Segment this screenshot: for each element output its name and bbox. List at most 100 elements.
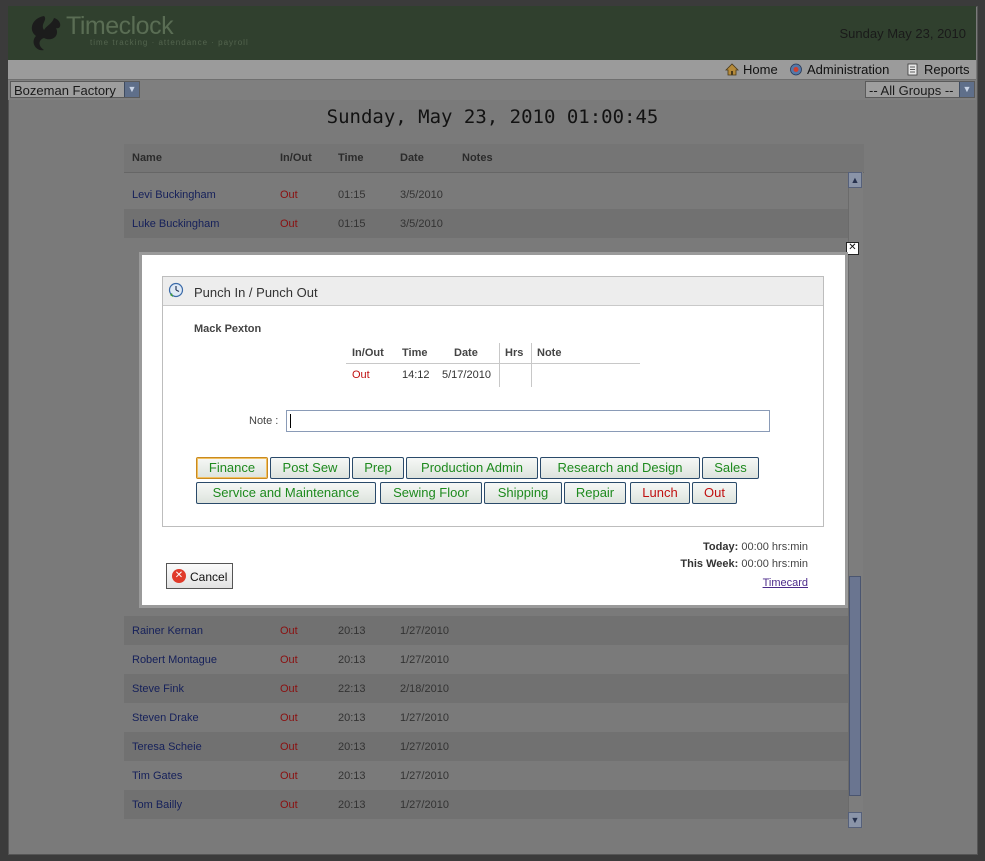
cell-io: Out (280, 770, 298, 782)
cell-name[interactable]: Tom Bailly (132, 799, 182, 811)
col-notes[interactable]: Notes (462, 152, 493, 164)
cell-name[interactable]: Rainer Kernan (132, 625, 203, 637)
hist-col-time: Time (402, 347, 428, 359)
punch-button-repair[interactable]: Repair (564, 482, 626, 504)
chevron-down-icon[interactable]: ▼ (959, 82, 974, 97)
table-row[interactable]: Levi Buckingham Out 01:15 3/5/2010 (124, 180, 848, 209)
punch-button-shipping[interactable]: Shipping (484, 482, 562, 504)
table-row[interactable]: Tom Bailly Out 20:13 1/27/2010 (124, 790, 848, 819)
group-select-value: -- All Groups -- (869, 83, 954, 98)
col-inout[interactable]: In/Out (280, 152, 312, 164)
cell-date: 1/27/2010 (400, 741, 449, 753)
logo-text: Timeclock (66, 12, 174, 40)
cell-time: 01:15 (338, 189, 366, 201)
cell-time: 20:13 (338, 770, 366, 782)
table-row[interactable]: Steven Drake Out 20:13 1/27/2010 (124, 703, 848, 732)
cell-date: 1/27/2010 (400, 625, 449, 637)
cell-io: Out (280, 741, 298, 753)
employee-name: Mack Pexton (194, 323, 262, 335)
divider (499, 343, 500, 387)
punch-button-service-and-maintenance[interactable]: Service and Maintenance (196, 482, 376, 504)
location-select-value: Bozeman Factory (14, 83, 116, 98)
hist-inout: Out (352, 369, 370, 381)
cell-name[interactable]: Luke Buckingham (132, 218, 219, 230)
cancel-label: Cancel (190, 570, 228, 584)
table-row[interactable]: Rainer Kernan Out 20:13 1/27/2010 (124, 616, 848, 645)
nav-administration[interactable]: Administration (789, 62, 889, 77)
nav-reports-label: Reports (924, 62, 970, 77)
nav-home[interactable]: Home (725, 62, 778, 77)
chevron-down-icon[interactable]: ▼ (124, 82, 139, 97)
group-select[interactable]: -- All Groups -- ▼ (865, 81, 975, 98)
scrollbar-thumb[interactable] (849, 576, 861, 796)
table-row[interactable]: Tim Gates Out 20:13 1/27/2010 (124, 761, 848, 790)
table-header: Name In/Out Time Date Notes (124, 144, 864, 173)
cell-name[interactable]: Tim Gates (132, 770, 182, 782)
punch-button-sales[interactable]: Sales (702, 457, 759, 479)
cell-name[interactable]: Steve Fink (132, 683, 184, 695)
table-row[interactable]: Robert Montague Out 20:13 1/27/2010 (124, 645, 848, 674)
punch-dialog: Punch In / Punch Out Mack Pexton In/Out … (139, 252, 848, 608)
punch-button-finance[interactable]: Finance (196, 457, 268, 479)
nav-reports[interactable]: Reports (906, 62, 970, 77)
cell-name[interactable]: Steven Drake (132, 712, 199, 724)
punch-button-production-admin[interactable]: Production Admin (406, 457, 538, 479)
table-row[interactable]: Teresa Scheie Out 20:13 1/27/2010 (124, 732, 848, 761)
col-name[interactable]: Name (132, 152, 162, 164)
cell-io: Out (280, 625, 298, 637)
reports-icon (907, 63, 918, 76)
punch-button-prep[interactable]: Prep (352, 457, 404, 479)
scroll-down-icon[interactable]: ▼ (848, 812, 862, 828)
table-row[interactable]: Luke Buckingham Out 01:15 3/5/2010 (124, 209, 848, 238)
location-select[interactable]: Bozeman Factory ▼ (10, 81, 140, 98)
hist-col-inout: In/Out (352, 347, 384, 359)
cell-date: 3/5/2010 (400, 189, 443, 201)
cell-io: Out (280, 712, 298, 724)
col-date[interactable]: Date (400, 152, 424, 164)
cell-date: 1/27/2010 (400, 712, 449, 724)
page-title: Sunday, May 23, 2010 01:00:45 (326, 106, 659, 128)
divider (346, 363, 640, 364)
app-header: Timeclock time tracking · attendance · p… (8, 6, 976, 61)
punch-button-research-and-design[interactable]: Research and Design (540, 457, 700, 479)
cell-time: 20:13 (338, 741, 366, 753)
note-input[interactable] (286, 410, 770, 432)
col-time[interactable]: Time (338, 152, 363, 164)
logo-icon (31, 16, 61, 51)
punch-button-lunch[interactable]: Lunch (630, 482, 690, 504)
hist-col-date: Date (454, 347, 478, 359)
text-caret (290, 414, 291, 428)
punch-button-sewing-floor[interactable]: Sewing Floor (380, 482, 482, 504)
cell-time: 01:15 (338, 218, 366, 230)
header-date: Sunday May 23, 2010 (839, 26, 966, 41)
cell-date: 1/27/2010 (400, 654, 449, 666)
cancel-icon: ✕ (172, 569, 186, 583)
cell-name[interactable]: Teresa Scheie (132, 741, 202, 753)
week-value: 00:00 hrs:min (741, 558, 808, 570)
punch-button-post-sew[interactable]: Post Sew (270, 457, 350, 479)
scroll-up-icon[interactable]: ▲ (848, 172, 862, 188)
today-value: 00:00 hrs:min (741, 541, 808, 553)
timecard-link[interactable]: Timecard (763, 577, 808, 589)
cell-date: 1/27/2010 (400, 770, 449, 782)
cell-name[interactable]: Robert Montague (132, 654, 217, 666)
top-nav: Home Administration Reports (8, 60, 976, 80)
table-row[interactable]: Steve Fink Out 22:13 2/18/2010 (124, 674, 848, 703)
cell-io: Out (280, 189, 298, 201)
punch-button-out[interactable]: Out (692, 482, 737, 504)
cell-time: 20:13 (338, 799, 366, 811)
punch-panel: Punch In / Punch Out Mack Pexton In/Out … (162, 276, 824, 527)
panel-header: Punch In / Punch Out (163, 277, 823, 306)
hist-col-hrs: Hrs (505, 347, 524, 359)
cell-time: 20:13 (338, 712, 366, 724)
cell-time: 20:13 (338, 625, 366, 637)
cancel-button[interactable]: ✕ Cancel (166, 563, 233, 589)
cell-name[interactable]: Levi Buckingham (132, 189, 216, 201)
logo-tagline: time tracking · attendance · payroll (90, 38, 249, 47)
today-summary: Today: 00:00 hrs:min (703, 541, 808, 553)
cell-time: 20:13 (338, 654, 366, 666)
cell-date: 1/27/2010 (400, 799, 449, 811)
cell-date: 2/18/2010 (400, 683, 449, 695)
filter-bar (8, 80, 976, 100)
hist-date: 5/17/2010 (442, 369, 491, 381)
